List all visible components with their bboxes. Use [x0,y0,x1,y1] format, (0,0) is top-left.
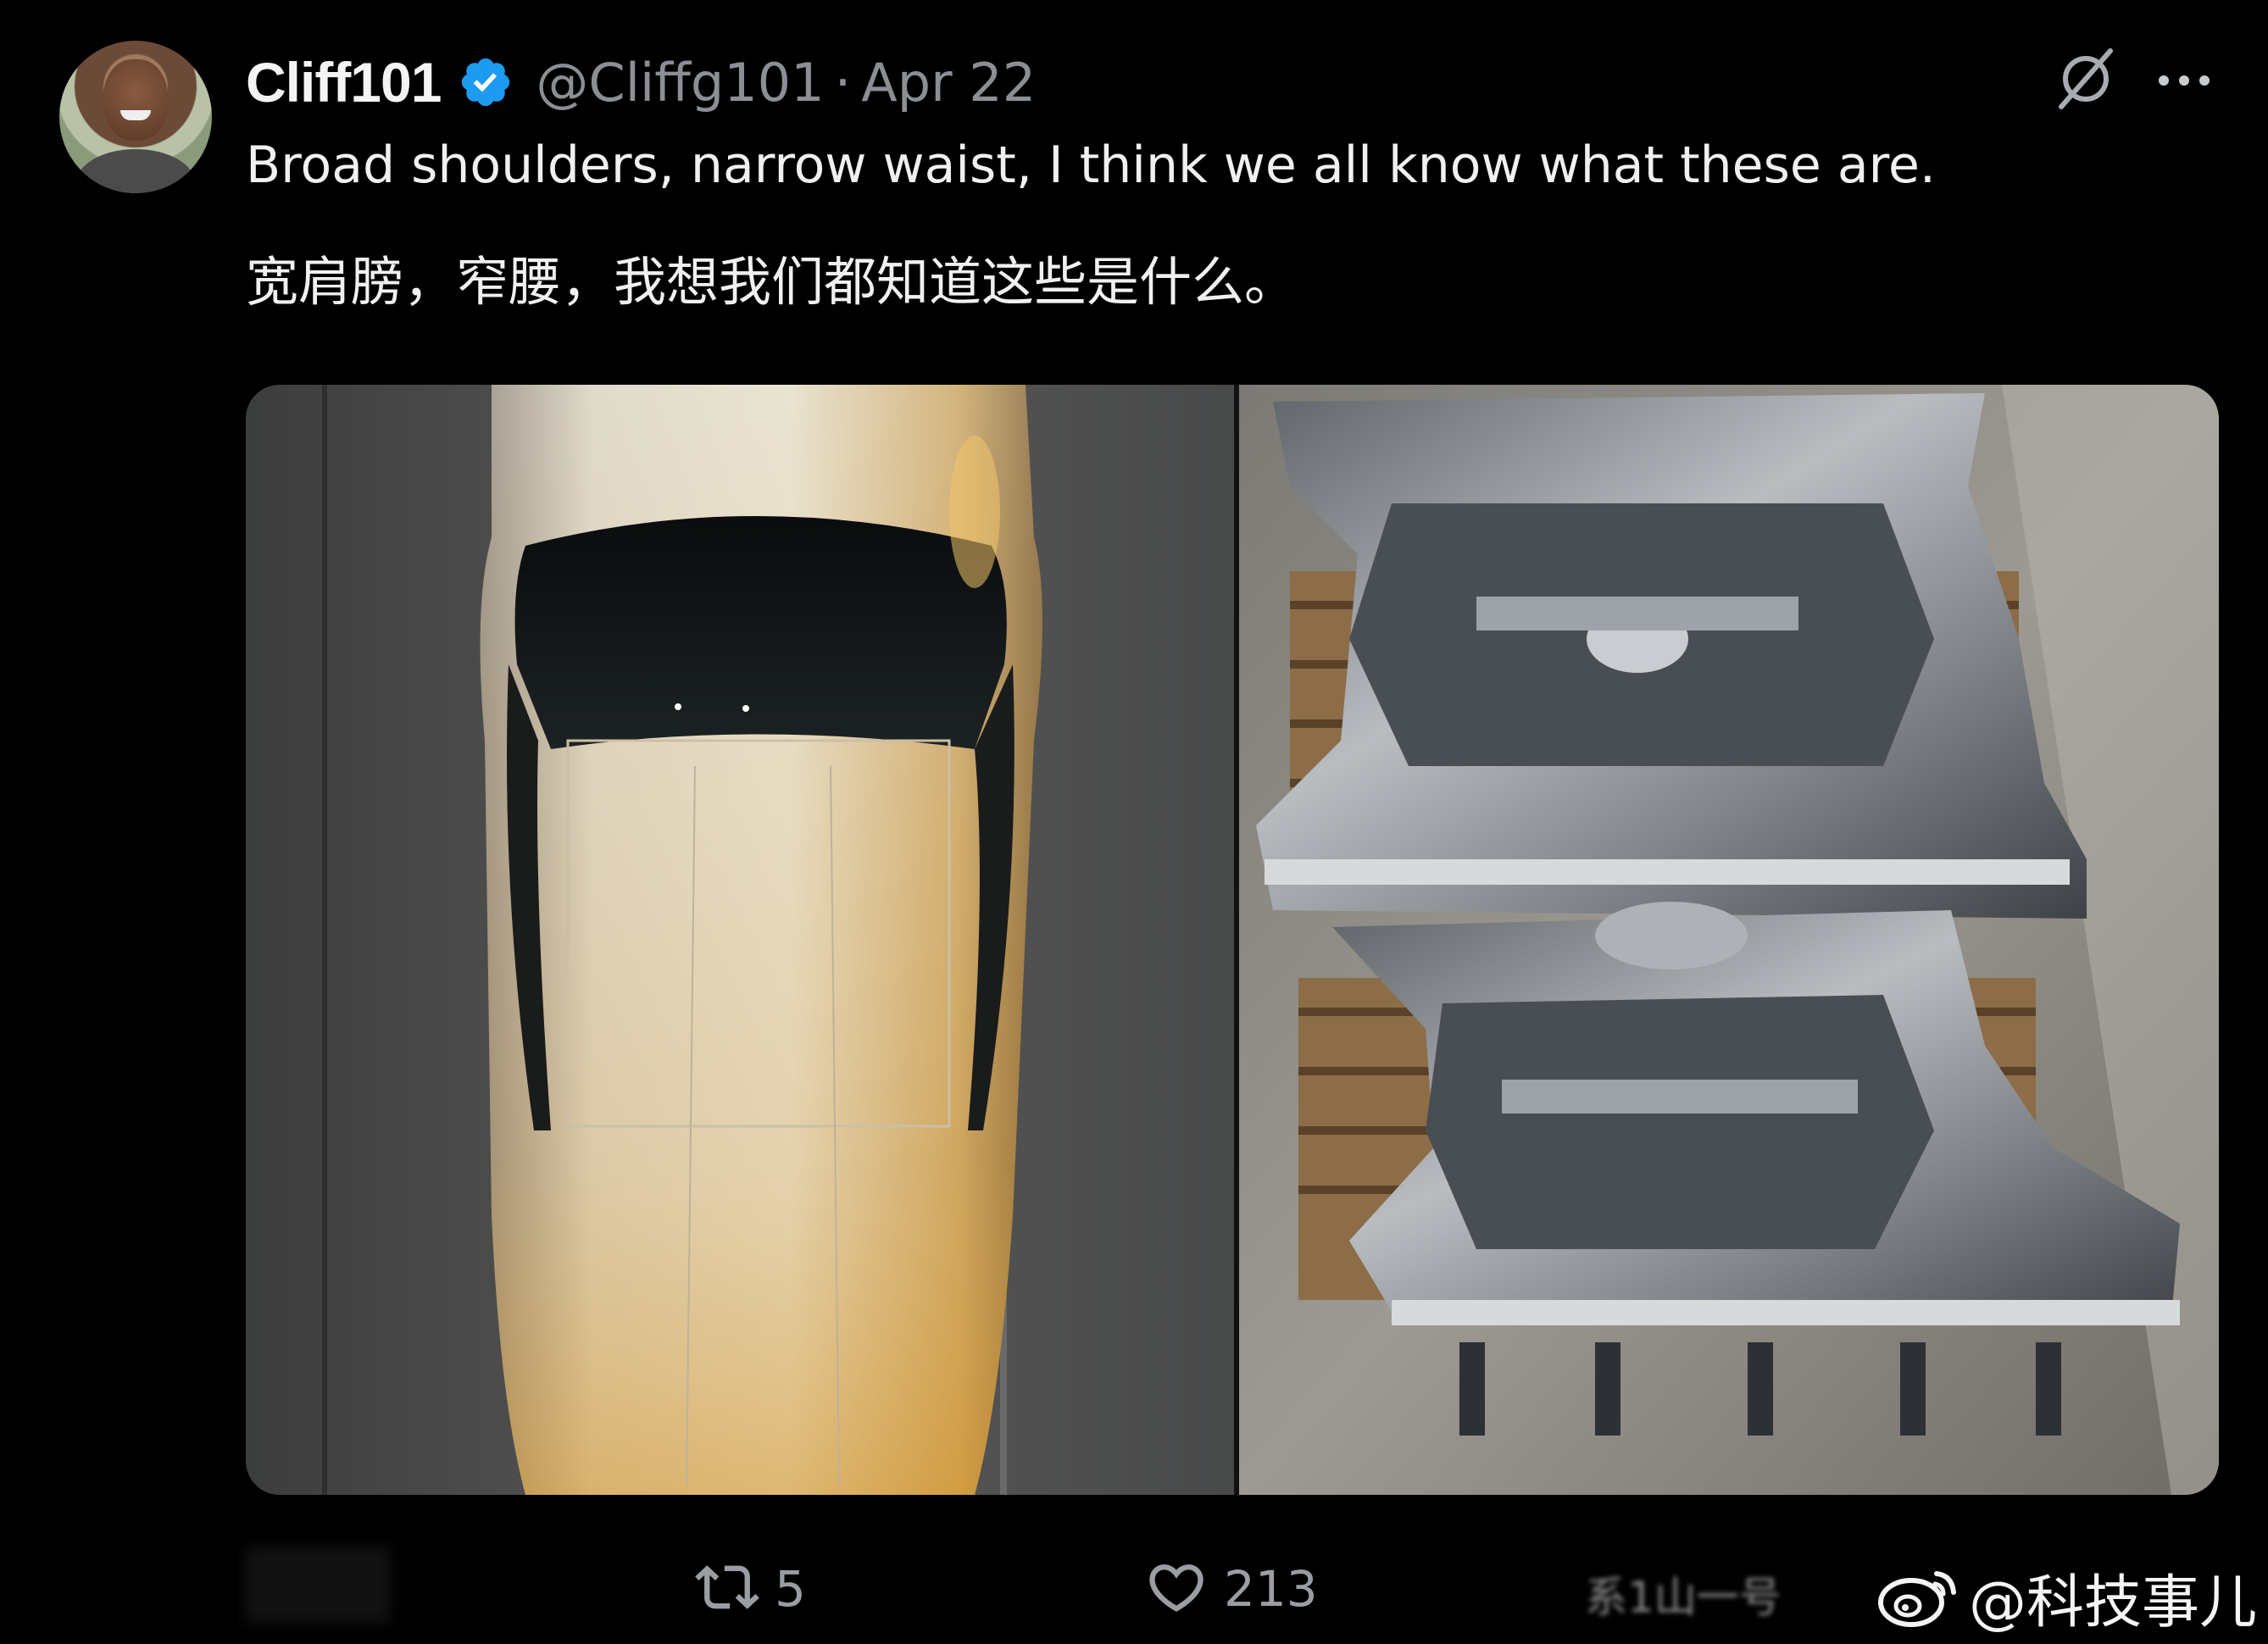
tweet: Cliff101 @Cliffg101 · Apr 22 Broad shoul… [0,0,2268,1644]
avatar-face [103,59,168,141]
heart-icon [1144,1555,1209,1623]
car-top-view-image[interactable] [246,385,1234,1495]
display-name[interactable]: Cliff101 [246,50,442,114]
castings-on-pallets-image[interactable] [1239,385,2219,1495]
tweet-media[interactable] [246,385,2219,1495]
retweet-button[interactable]: 5 [695,1555,806,1623]
blurred-label: 系1山一号 [1585,1573,1782,1622]
reply-button-blurred[interactable] [246,1547,390,1623]
tweet-text-english: Broad shoulders, narrow waist, I think w… [246,136,1936,195]
verified-badge-icon [458,54,514,110]
tweet-header: Cliff101 @Cliffg101 · Apr 22 [246,44,1036,120]
retweet-count: 5 [775,1560,806,1618]
watermark-text: @科技事儿 [1969,1569,2258,1636]
grok-icon[interactable] [2051,44,2121,114]
retweet-icon [695,1555,759,1623]
user-handle[interactable]: @Cliffg101 [536,52,824,114]
header-separator: · [834,51,852,114]
more-icon[interactable] [2157,72,2211,89]
like-count: 213 [1224,1560,1318,1618]
tweet-text-chinese: 宽肩膀，窄腰，我想我们都知道这些是什么。 [246,251,1298,313]
weibo-watermark: @科技事儿 [1877,1555,2257,1639]
tweet-actions: 5 213 系1山一号 @科技事儿 [0,1538,2268,1640]
avatar-shirt [76,149,195,193]
weibo-icon [1877,1562,1962,1633]
like-button[interactable]: 213 [1144,1555,1318,1623]
avatar[interactable] [59,41,212,193]
tweet-date[interactable]: Apr 22 [861,52,1036,114]
